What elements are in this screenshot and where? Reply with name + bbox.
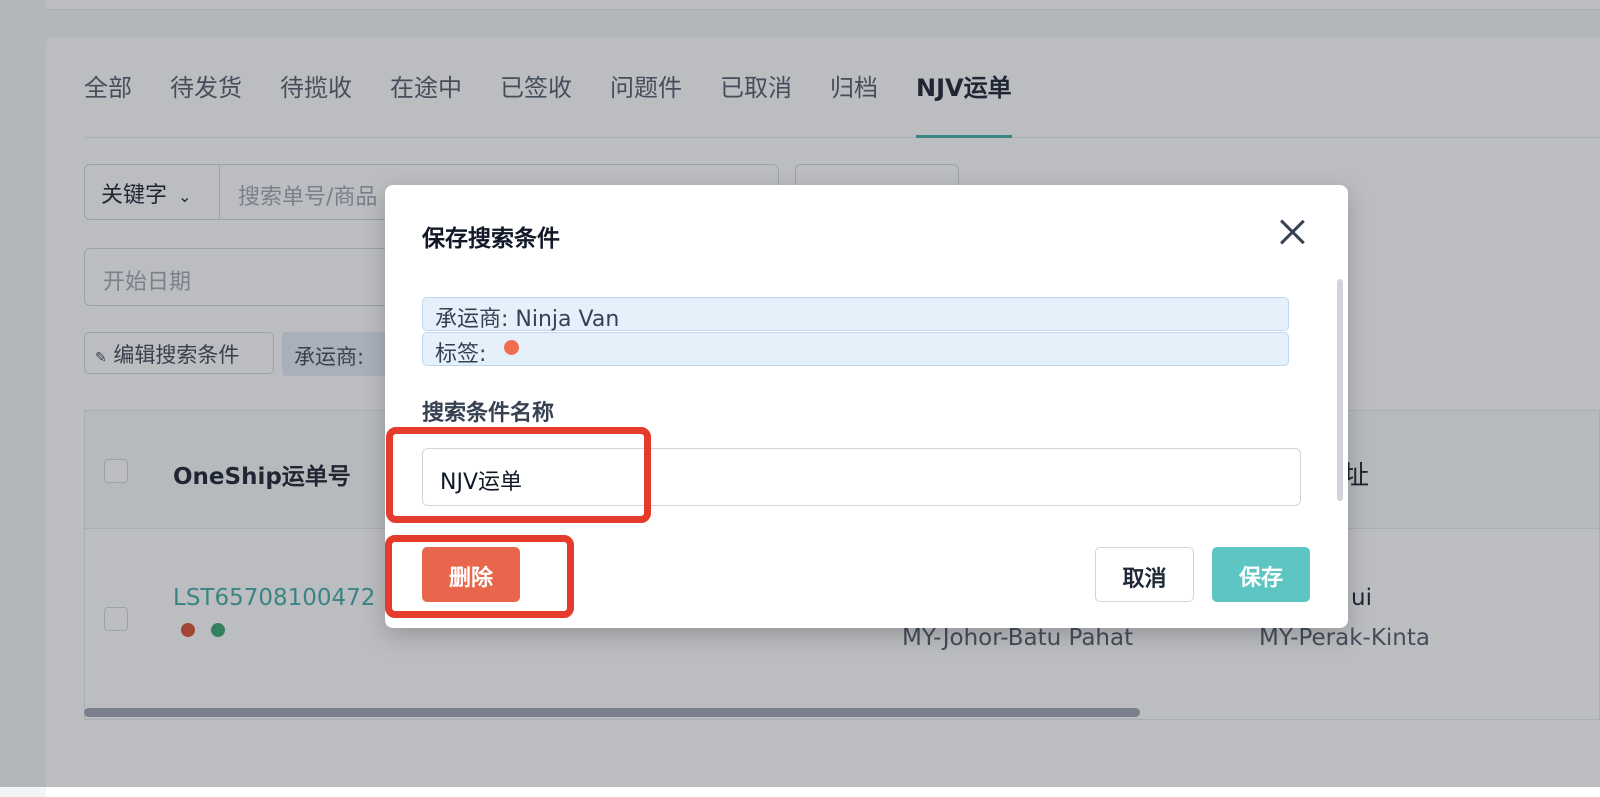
app-page: 全部 待发货 待揽收 在途中 已签收 问题件 已取消 归档 NJV运单 关键字 … bbox=[0, 0, 1600, 797]
tag-dot-icon bbox=[504, 340, 520, 355]
condition-tag-label: 标签: bbox=[435, 342, 487, 367]
close-icon[interactable] bbox=[1278, 218, 1306, 246]
highlight-name-input bbox=[386, 427, 651, 523]
dialog-title: 保存搜索条件 bbox=[422, 226, 560, 252]
save-button[interactable]: 保存 bbox=[1212, 547, 1310, 602]
condition-tag: 标签: bbox=[422, 332, 1289, 367]
dialog-scrollbar[interactable] bbox=[1337, 279, 1343, 501]
condition-carrier: 承运商: Ninja Van bbox=[422, 297, 1289, 332]
highlight-delete-button bbox=[385, 535, 574, 618]
search-name-label: 搜索条件名称 bbox=[422, 401, 555, 426]
cancel-button[interactable]: 取消 bbox=[1095, 547, 1194, 602]
